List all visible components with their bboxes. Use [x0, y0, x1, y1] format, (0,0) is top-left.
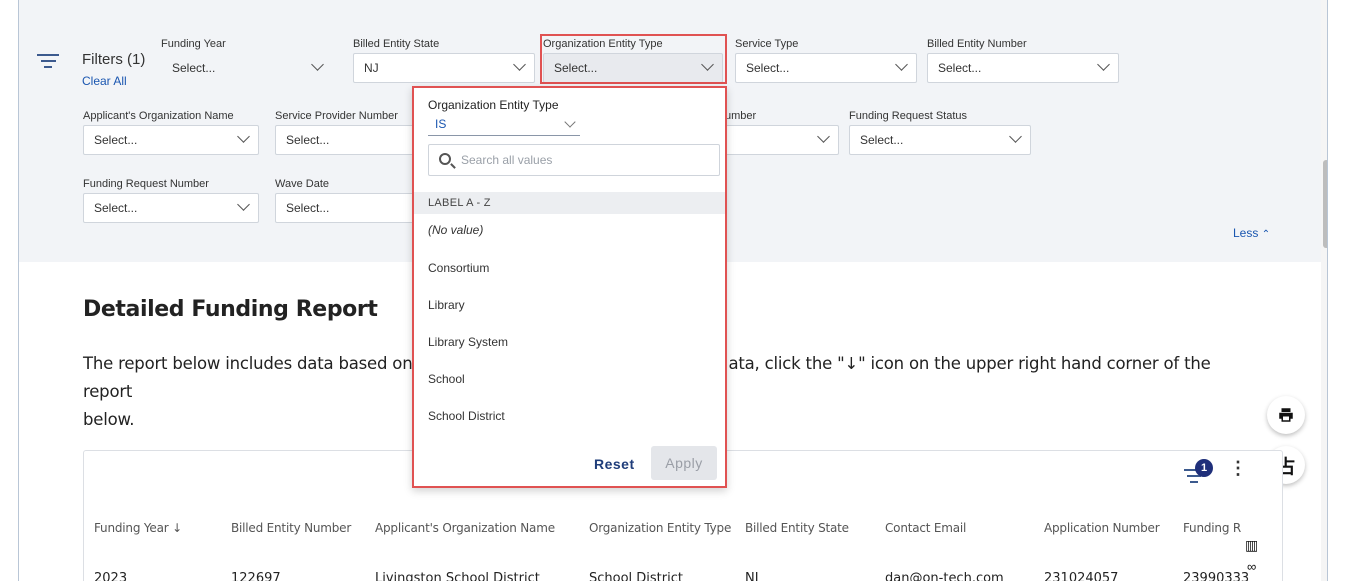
table-cell: Livingston School District: [375, 571, 540, 581]
chevron-down-icon: [564, 116, 576, 128]
operator-select[interactable]: IS: [428, 116, 580, 136]
filter-label: Billed Entity State: [353, 38, 440, 50]
option-library[interactable]: Library: [428, 298, 465, 312]
select-value: Select...: [286, 133, 330, 147]
filters-title: Filters (1): [82, 51, 146, 68]
select-value: Select...: [94, 133, 138, 147]
applicant-org-name-select[interactable]: Select...: [83, 125, 259, 155]
filter-applicant-org-name: Applicant's Organization Name Select...: [83, 109, 259, 155]
filter-label: Wave Date: [275, 178, 330, 190]
wave-date-select[interactable]: Select...: [275, 193, 415, 223]
table-cell: School District: [589, 571, 683, 581]
chevron-down-icon: [817, 130, 830, 143]
funding-year-select[interactable]: Select...: [161, 53, 333, 83]
filter-count-badge: 1: [1195, 459, 1213, 477]
filter-service-provider-number: Service Provider Number Select...: [275, 109, 415, 155]
filter-label: umber: [725, 110, 757, 122]
print-icon: [1279, 408, 1293, 422]
sort-section-label: LABEL A - Z: [414, 192, 725, 214]
description-line2: below.: [83, 410, 135, 429]
filter-wave-date: Wave Date Select...: [275, 177, 415, 223]
description-left: The report below includes data based on: [83, 354, 413, 373]
page-title: Detailed Funding Report: [83, 297, 378, 322]
column-header[interactable]: Applicant's Organization Name: [375, 521, 555, 535]
filter-label: Funding Request Status: [849, 110, 968, 122]
search-field[interactable]: [428, 144, 720, 176]
table-cell: 23990333: [1183, 571, 1250, 581]
option-school[interactable]: School: [428, 372, 465, 386]
column-header[interactable]: Contact Email: [885, 521, 966, 535]
table-filter-button[interactable]: 1: [1181, 459, 1213, 487]
filter-label: Funding Request Number: [83, 178, 209, 190]
columns-icon[interactable]: ▥: [1245, 537, 1258, 554]
chevron-down-icon: [237, 130, 250, 143]
filter-billed-entity-number: Billed Entity Number Select...: [927, 37, 1119, 83]
scrollbar-track[interactable]: [1321, 0, 1327, 581]
option-school-district[interactable]: School District: [428, 409, 505, 423]
filter-partially-hidden: umber: [725, 109, 839, 155]
select-value: Select...: [860, 133, 904, 147]
column-header[interactable]: Billed Entity Number: [231, 521, 351, 535]
org-entity-type-dropdown: Organization Entity Type IS LABEL A - Z …: [412, 86, 727, 488]
filter-label: Service Provider Number: [275, 110, 398, 122]
app-frame: Filters (1) Clear All Funding Year Selec…: [18, 0, 1328, 581]
option-consortium[interactable]: Consortium: [428, 261, 489, 275]
filter-funding-request-status: Funding Request Status Select...: [849, 109, 1031, 155]
table-cell: 231024057: [1044, 571, 1119, 581]
select-value: Select...: [746, 61, 790, 75]
chevron-down-icon: [1097, 58, 1110, 71]
print-button[interactable]: [1267, 396, 1305, 434]
chevron-down-icon: [513, 58, 526, 71]
highlight-annotation: [540, 34, 727, 84]
scrollbar-thumb[interactable]: [1323, 160, 1327, 248]
select-value: Select...: [938, 61, 982, 75]
less-toggle[interactable]: Less ⌃: [1233, 226, 1270, 240]
reset-button[interactable]: Reset: [594, 456, 635, 472]
select-value: Select...: [172, 61, 216, 75]
funding-request-status-select[interactable]: Select...: [849, 125, 1031, 155]
select-value: Select...: [94, 201, 138, 215]
column-header[interactable]: Funding R: [1183, 521, 1241, 535]
filter-funding-request-number: Funding Request Number Select...: [83, 177, 259, 223]
filter-label: Funding Year: [161, 38, 226, 50]
billed-entity-state-select[interactable]: NJ: [353, 53, 535, 83]
service-provider-number-select[interactable]: Select...: [275, 125, 415, 155]
service-type-select[interactable]: Select...: [735, 53, 917, 83]
apply-button[interactable]: Apply: [651, 446, 717, 480]
table-cell: dan@on-tech.com: [885, 571, 1004, 581]
filter-billed-entity-state: Billed Entity State NJ: [353, 37, 535, 83]
column-header[interactable]: Funding Year ↓: [94, 521, 182, 535]
option-library-system[interactable]: Library System: [428, 335, 508, 349]
column-header[interactable]: Organization Entity Type: [589, 521, 731, 535]
table-cell: 2023: [94, 571, 128, 581]
chevron-down-icon: [895, 58, 908, 71]
more-options-icon[interactable]: ⋮: [1229, 459, 1247, 477]
less-label: Less: [1233, 226, 1259, 240]
table-cell: NJ: [745, 571, 759, 581]
chevron-down-icon: [311, 58, 324, 71]
select-value: NJ: [364, 61, 379, 75]
filter-funding-year: Funding Year Select...: [161, 37, 333, 83]
table-cell: 122697: [231, 571, 281, 581]
column-header[interactable]: Billed Entity State: [745, 521, 849, 535]
filter-label: Billed Entity Number: [927, 38, 1027, 50]
clear-all-link[interactable]: Clear All: [82, 74, 127, 88]
chevron-up-icon: ⌃: [1261, 229, 1271, 240]
filter-label: Applicant's Organization Name: [83, 110, 234, 122]
filter-icon[interactable]: [37, 54, 59, 70]
filter-service-type: Service Type Select...: [735, 37, 917, 83]
funding-request-number-select[interactable]: Select...: [83, 193, 259, 223]
option-no-value[interactable]: (No value): [428, 223, 483, 237]
chevron-down-icon: [237, 198, 250, 211]
filter-label: Service Type: [735, 38, 799, 50]
column-header[interactable]: Application Number: [1044, 521, 1160, 535]
select-value: Select...: [286, 201, 330, 215]
dropdown-title: Organization Entity Type: [428, 98, 559, 112]
operator-value: IS: [435, 117, 447, 131]
search-icon: [439, 153, 451, 165]
billed-entity-number-select[interactable]: Select...: [927, 53, 1119, 83]
partially-hidden-select[interactable]: [725, 125, 839, 155]
search-input[interactable]: [461, 149, 711, 171]
chevron-down-icon: [1009, 130, 1022, 143]
